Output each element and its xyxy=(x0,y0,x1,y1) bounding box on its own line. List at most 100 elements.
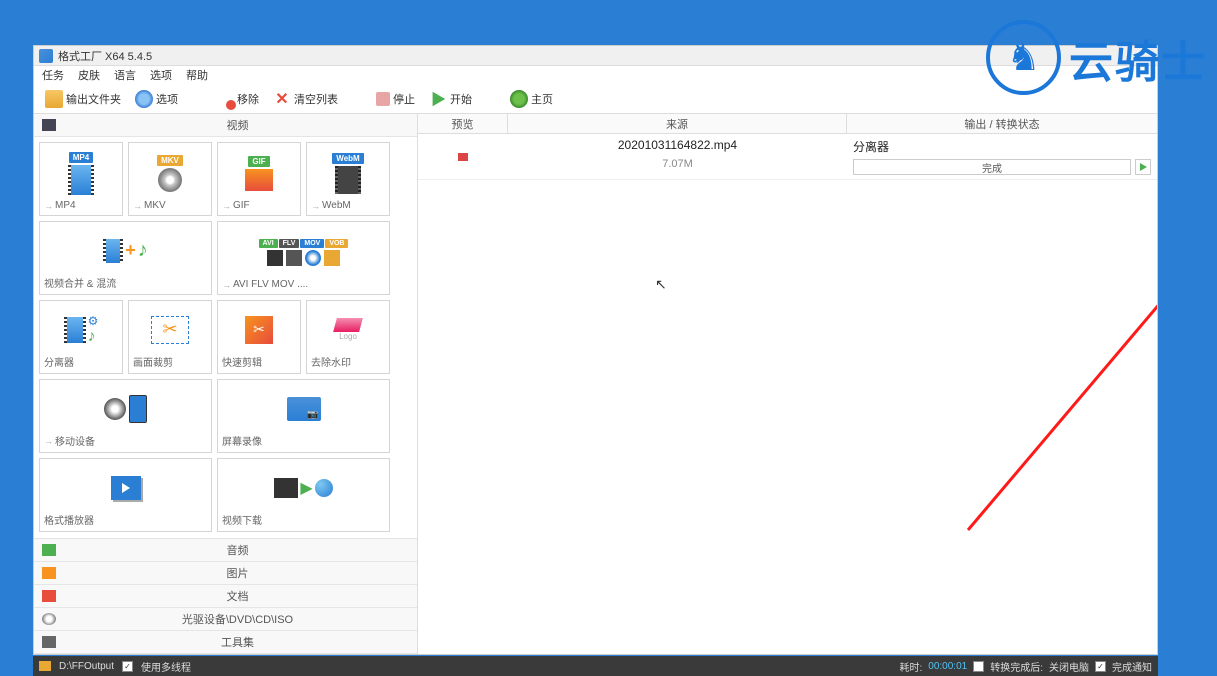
menu-option[interactable]: 选项 xyxy=(150,67,172,83)
remove-button[interactable]: 移除 xyxy=(211,88,264,110)
disc-icon xyxy=(104,398,126,420)
flv-badge: FLV xyxy=(279,239,300,248)
film-icon xyxy=(64,317,86,343)
avi-badge: AVI xyxy=(259,239,278,248)
tile-watermark[interactable]: Logo 去除水印 xyxy=(306,300,390,374)
menu-task[interactable]: 任务 xyxy=(42,67,64,83)
player-icon xyxy=(111,476,141,500)
menu-skin[interactable]: 皮肤 xyxy=(78,67,100,83)
film-icon xyxy=(103,239,123,263)
image-category[interactable]: 图片 xyxy=(34,562,417,585)
eraser-icon xyxy=(333,318,363,332)
home-button[interactable]: 主页 xyxy=(505,88,558,110)
music-note-icon: ♪ xyxy=(138,239,148,262)
notify-label: 完成通知 xyxy=(1112,659,1152,674)
tile-crop[interactable]: ✂ 画面裁剪 xyxy=(128,300,212,374)
film-icon xyxy=(286,250,302,266)
download-arrow-icon: ▶ xyxy=(300,478,312,498)
knight-icon: ♞ xyxy=(1006,35,1040,80)
tile-merge[interactable]: + ♪ 视频合并 & 混流 xyxy=(39,221,212,295)
shutdown-label: 关闭电脑 xyxy=(1049,659,1089,674)
remove-label: 移除 xyxy=(237,91,259,107)
arrow-icon: → xyxy=(222,201,231,211)
crop-frame-icon: ✂ xyxy=(151,316,189,344)
tile-download[interactable]: ▶ 视频下载 xyxy=(217,458,390,532)
tile-gif-label: GIF xyxy=(233,200,250,211)
document-cat-icon xyxy=(42,590,56,602)
toolset-category[interactable]: 工具集 xyxy=(34,631,417,654)
tile-quickcut-label: 快速剪辑 xyxy=(222,354,262,369)
annotation-arrow xyxy=(658,150,1157,550)
tile-mobile[interactable]: →移动设备 xyxy=(39,379,212,453)
tile-gif[interactable]: GIF →GIF xyxy=(217,142,301,216)
tile-aviflv-label: AVI FLV MOV .... xyxy=(233,279,308,290)
options-button[interactable]: 选项 xyxy=(130,88,183,110)
document-category[interactable]: 文档 xyxy=(34,585,417,608)
film-icon xyxy=(267,250,283,266)
progress-status: 完成 xyxy=(854,160,1130,174)
output-path[interactable]: D:\FFOutput xyxy=(59,661,114,672)
audio-cat-icon xyxy=(42,544,56,556)
home-label: 主页 xyxy=(531,91,553,107)
arrow-icon: → xyxy=(133,201,142,211)
list-body: 20201031164822.mp4 7.07M 分离器 完成 xyxy=(418,134,1157,654)
watermark-text: 云骑士 xyxy=(1069,26,1207,90)
plus-icon: + xyxy=(125,240,136,261)
stop-button[interactable]: 停止 xyxy=(371,89,420,109)
tile-mkv[interactable]: MKV →MKV xyxy=(128,142,212,216)
folder-icon[interactable] xyxy=(39,661,51,671)
gif-badge: GIF xyxy=(248,156,269,167)
col-source[interactable]: 来源 xyxy=(508,114,847,133)
image-label: 图片 xyxy=(61,565,414,581)
main-panel: 预览 来源 输出 / 转换状态 20201031164822.mp4 7.07M… xyxy=(418,114,1157,654)
film-icon xyxy=(335,166,361,194)
tile-quickcut[interactable]: ✂ 快速剪辑 xyxy=(217,300,301,374)
tile-webm-label: WebM xyxy=(322,200,351,211)
after-checkbox[interactable] xyxy=(973,661,984,672)
rom-category[interactable]: 光驱设备\DVD\CD\ISO xyxy=(34,608,417,631)
tile-player[interactable]: 格式播放器 xyxy=(39,458,212,532)
film-icon xyxy=(324,250,340,266)
screen-icon xyxy=(287,397,321,421)
start-button[interactable]: 开始 xyxy=(424,88,477,110)
clear-list-button[interactable]: ✕ 清空列表 xyxy=(268,88,343,110)
tile-webm[interactable]: WebM →WebM xyxy=(306,142,390,216)
gear-icon: ⚙ xyxy=(88,314,99,328)
menu-language[interactable]: 语言 xyxy=(114,67,136,83)
play-icon xyxy=(429,90,447,108)
col-output[interactable]: 输出 / 转换状态 xyxy=(847,114,1157,133)
row-preview xyxy=(418,138,508,175)
multithread-checkbox[interactable]: ✓ xyxy=(122,661,133,672)
video-category-header[interactable]: 视频 xyxy=(34,114,417,137)
webm-badge: WebM xyxy=(332,153,363,164)
filename: 20201031164822.mp4 xyxy=(508,138,847,152)
category-list: 音频 图片 文档 光驱设备\DVD\CD\ISO 工具集 xyxy=(34,538,417,654)
play-result-button[interactable] xyxy=(1135,159,1151,175)
output-folder-button[interactable]: 输出文件夹 xyxy=(40,88,126,110)
stop-icon xyxy=(376,92,390,106)
phone-icon xyxy=(129,395,147,423)
logo-text: Logo xyxy=(339,332,357,341)
tile-download-label: 视频下载 xyxy=(222,512,262,527)
audio-category[interactable]: 音频 xyxy=(34,539,417,562)
statusbar: D:\FFOutput ✓ 使用多线程 耗时: 00:00:01 转换完成后: … xyxy=(33,656,1158,676)
scissors-icon: ✂ xyxy=(162,319,177,340)
toolset-cat-icon xyxy=(42,636,56,648)
menu-help[interactable]: 帮助 xyxy=(186,67,208,83)
tile-mobile-label: 移动设备 xyxy=(55,433,95,448)
notify-checkbox[interactable]: ✓ xyxy=(1095,661,1106,672)
tiles-area: MP4 →MP4 MKV →MKV GIF xyxy=(34,137,417,538)
tile-screenrec-label: 屏幕录像 xyxy=(222,433,262,448)
stop-label: 停止 xyxy=(393,91,415,107)
image-icon xyxy=(245,169,273,191)
tile-separator[interactable]: ⚙ ♪ 分离器 xyxy=(39,300,123,374)
col-preview[interactable]: 预览 xyxy=(418,114,508,133)
mouse-cursor-icon: ↖ xyxy=(655,276,667,293)
mkv-badge: MKV xyxy=(157,155,183,166)
clear-list-label: 清空列表 xyxy=(294,91,338,107)
tile-mp4[interactable]: MP4 →MP4 xyxy=(39,142,123,216)
window-title: 格式工厂 X64 5.4.5 xyxy=(58,48,152,64)
tile-screenrec[interactable]: 屏幕录像 xyxy=(217,379,390,453)
tile-aviflv[interactable]: AVI FLV MOV VOB xyxy=(217,221,390,295)
task-row[interactable]: 20201031164822.mp4 7.07M 分离器 完成 xyxy=(418,134,1157,180)
